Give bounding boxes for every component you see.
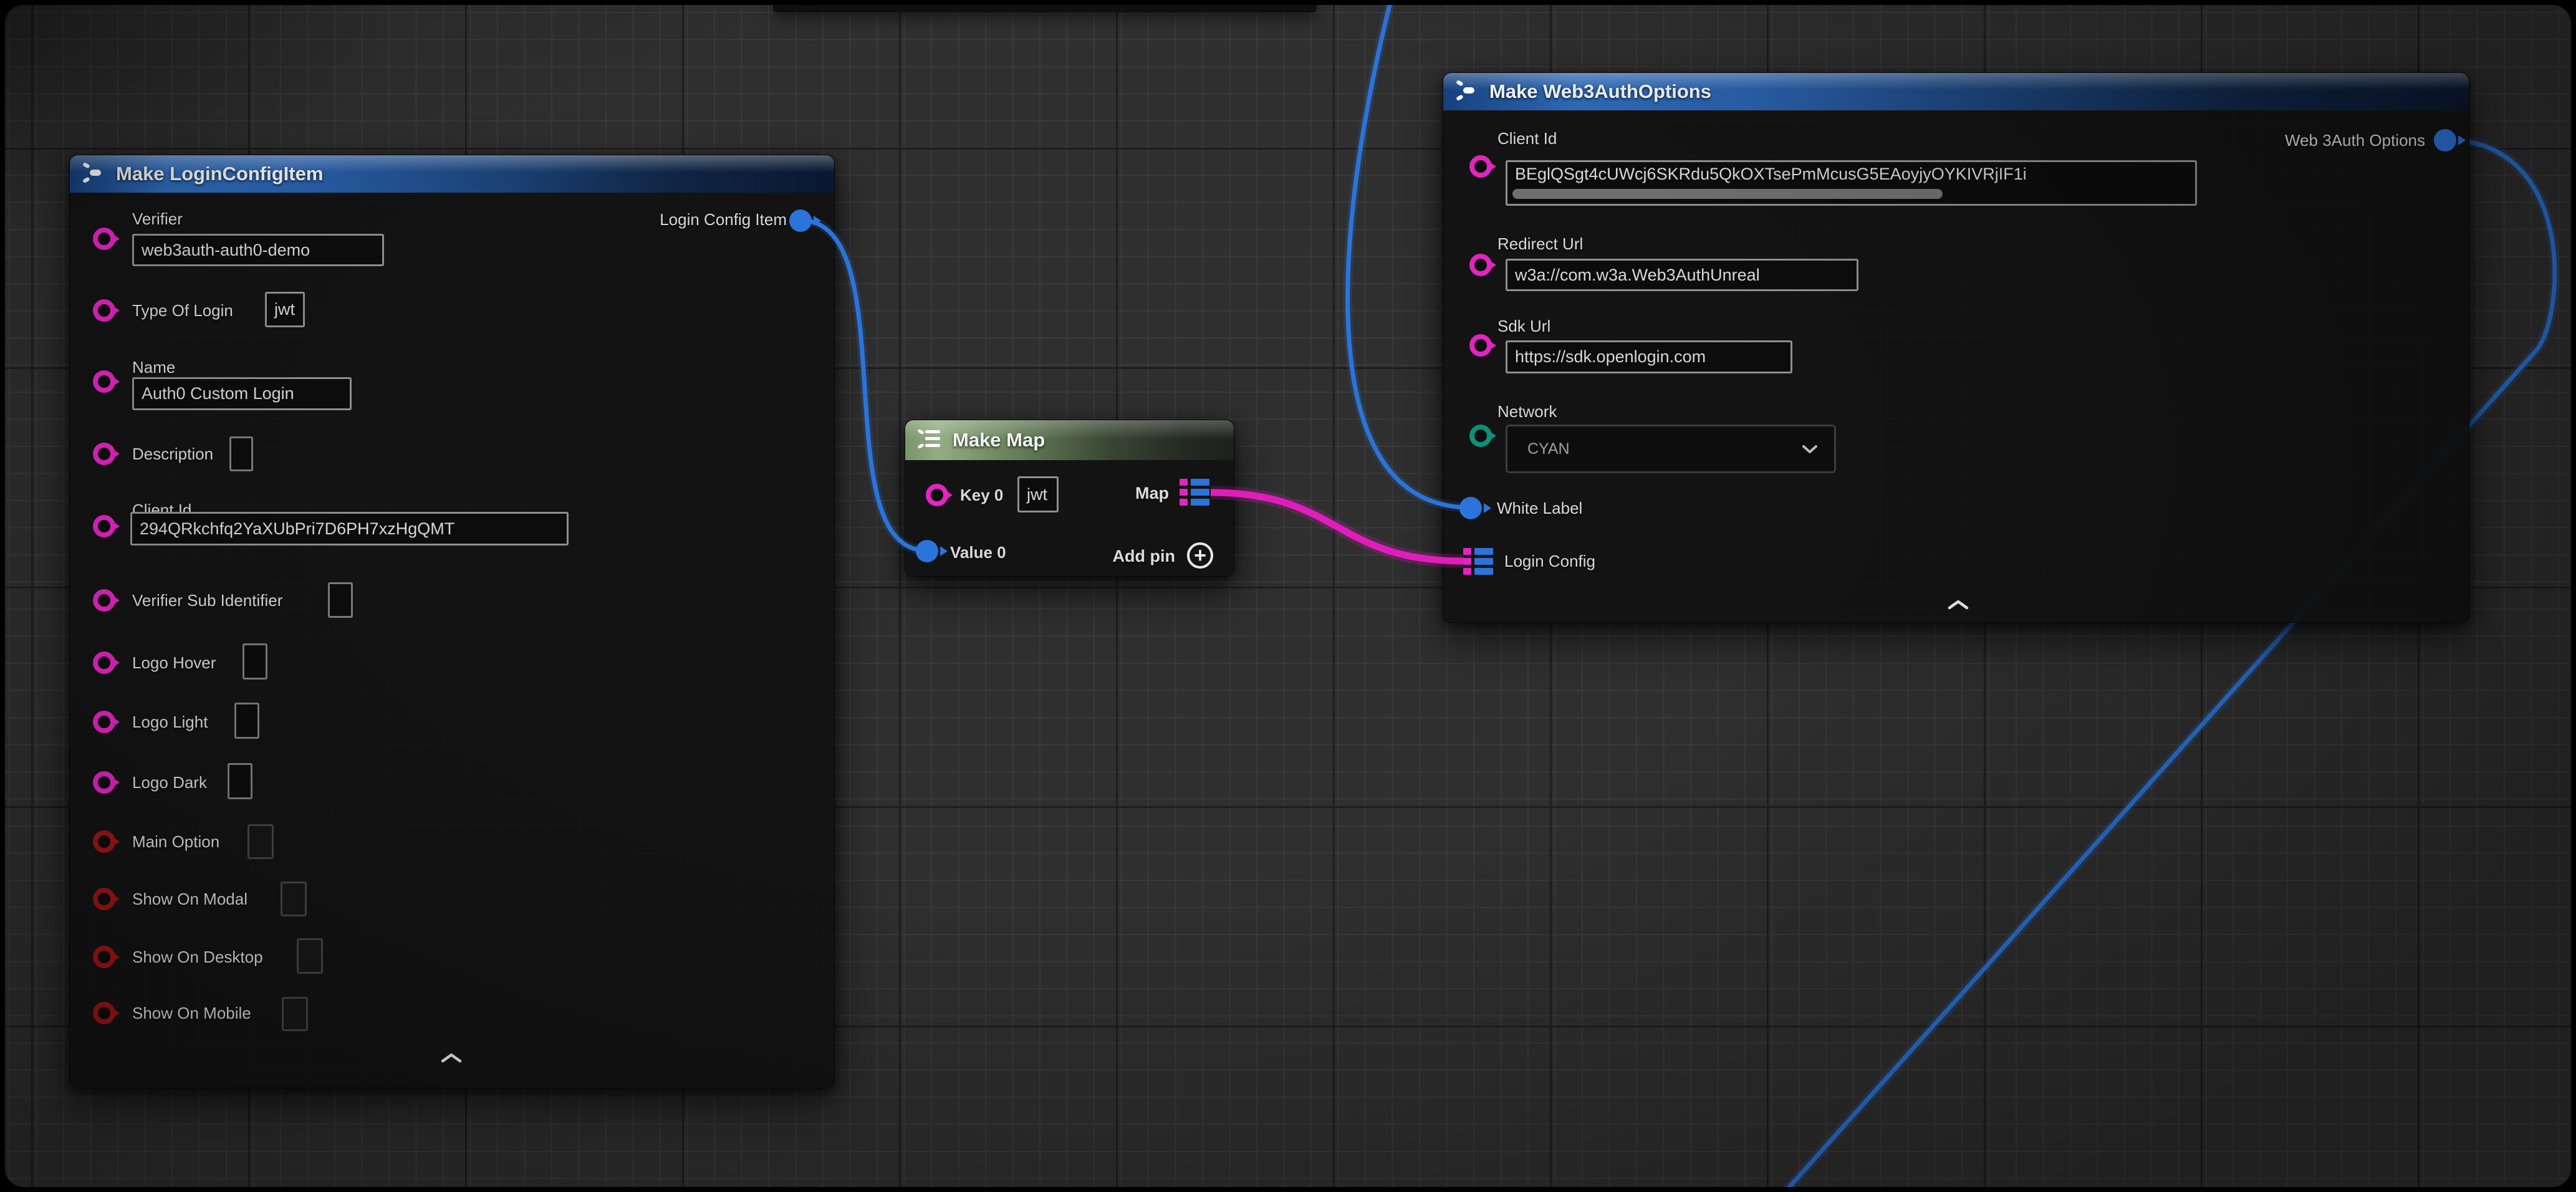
- wire-loginconfigitem-to-value0[interactable]: [800, 220, 926, 550]
- blueprint-graph-canvas[interactable]: Make LoginConfigItem Login Config Item V…: [5, 5, 2571, 1187]
- wire-layer-over: [5, 5, 2571, 1187]
- wire-top-to-whitelabel[interactable]: [1348, 5, 1470, 507]
